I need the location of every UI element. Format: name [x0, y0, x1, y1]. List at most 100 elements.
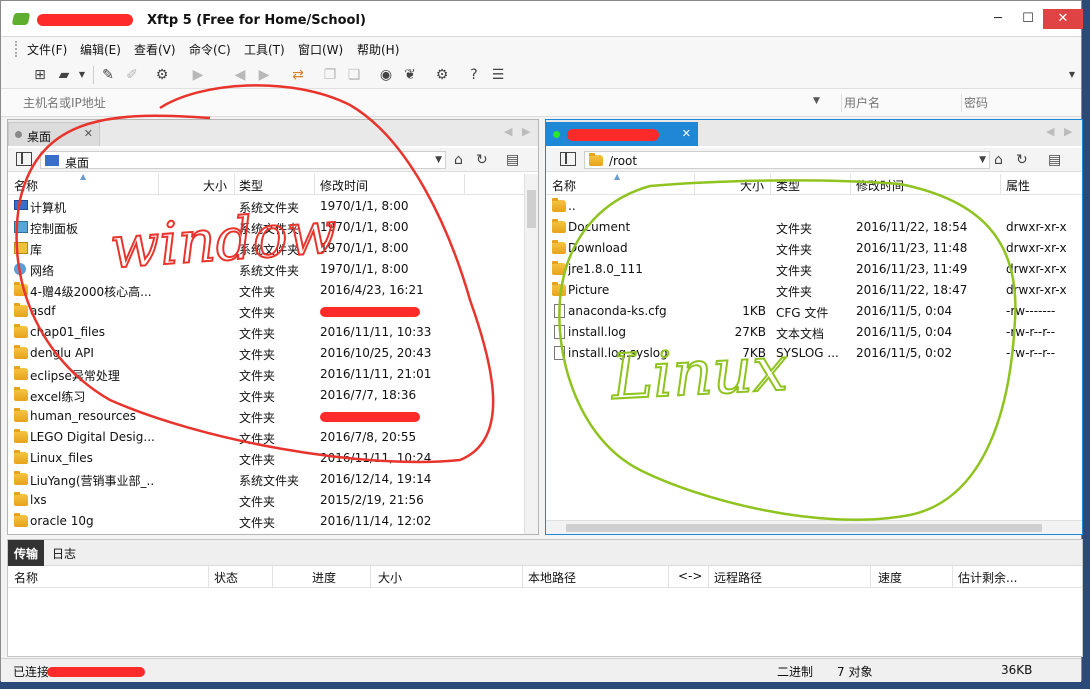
table-row[interactable]: 库 系统文件夹 1970/1/1, 8:00 [8, 238, 538, 259]
host-input[interactable] [23, 94, 831, 112]
table-row[interactable]: eclipse异常处理 文件夹 2016/11/11, 21:01 [8, 364, 538, 385]
tab-next-icon[interactable]: ▶ [1064, 125, 1072, 138]
menu-window[interactable]: 窗口(W) [298, 41, 343, 58]
chevron-down-icon[interactable]: ▼ [979, 155, 986, 165]
col-attributes[interactable]: 属性 [1006, 177, 1030, 194]
table-row[interactable]: install.log.syslog 7KB SYSLOG ... 2016/11/5… [546, 343, 1082, 364]
refresh-icon[interactable]: ↻ [476, 152, 488, 168]
up-folder-icon[interactable]: ⌂ [454, 152, 463, 168]
column-divider[interactable] [272, 566, 273, 587]
column-divider[interactable] [208, 566, 209, 587]
refresh-icon[interactable]: ↻ [1016, 152, 1028, 168]
column-divider[interactable] [464, 174, 465, 195]
settings-gear-icon[interactable]: ⚙ [433, 66, 451, 84]
table-row[interactable]: 计算机 系统文件夹 1970/1/1, 8:00 [8, 196, 538, 217]
copy-icon[interactable]: ❐ [321, 66, 339, 84]
chat-icon[interactable]: ☰ [489, 66, 507, 84]
close-icon[interactable]: ✕ [84, 127, 93, 140]
forward-arrow-icon[interactable]: ▶ [255, 66, 273, 84]
column-divider[interactable] [1000, 174, 1001, 195]
table-row[interactable]: asdf 文件夹 [8, 301, 538, 322]
toolbar-overflow-icon[interactable]: ▼ [1063, 66, 1081, 84]
col-size[interactable]: 大小 [378, 569, 402, 586]
transfer-mode[interactable]: 二进制 [777, 663, 813, 680]
scrollbar-thumb[interactable] [566, 524, 1042, 532]
transfer-icon[interactable]: ⇄ [289, 66, 307, 84]
col-eta[interactable]: 估计剩余... [958, 569, 1017, 586]
table-row[interactable]: oracle 10g 文件夹 2016/11/14, 12:02 [8, 511, 538, 532]
xshell-icon[interactable]: ◉ [377, 66, 395, 84]
menu-view[interactable]: 查看(V) [134, 41, 176, 58]
table-row[interactable]: Download 文件夹 2016/11/23, 11:48 drwxr-xr-x [546, 238, 1082, 259]
menu-command[interactable]: 命令(C) [189, 41, 231, 58]
col-direction[interactable]: <-> [678, 569, 702, 583]
table-row[interactable]: install.log 27KB 文本文档 2016/11/5, 0:04 -rw-r-… [546, 322, 1082, 343]
view-mode-icon[interactable]: ▤ [506, 152, 519, 168]
table-row[interactable]: Picture 文件夹 2016/11/22, 18:47 drwxr-xr-x [546, 280, 1082, 301]
minimize-button[interactable]: ─ [983, 9, 1013, 29]
open-folder-icon[interactable]: ▰ [55, 66, 73, 84]
help-icon[interactable]: ? [465, 66, 483, 84]
column-divider[interactable] [952, 566, 953, 587]
feather-icon[interactable]: ❦ [401, 66, 419, 84]
col-name[interactable]: 名称 [14, 177, 38, 194]
table-row[interactable]: 控制面板 系统文件夹 1970/1/1, 8:00 [8, 217, 538, 238]
column-divider[interactable] [522, 566, 523, 587]
table-row[interactable]: 网络 系统文件夹 1970/1/1, 8:00 [8, 259, 538, 280]
open-dropdown-icon[interactable]: ▼ [73, 66, 91, 84]
column-divider[interactable] [370, 566, 371, 587]
col-status[interactable]: 状态 [214, 569, 238, 586]
new-session-icon[interactable]: ⊞ [31, 66, 49, 84]
col-type[interactable]: 类型 [776, 177, 800, 194]
edit-icon[interactable]: ✎ [99, 66, 117, 84]
column-divider[interactable] [870, 566, 871, 587]
remote-path-select[interactable]: /root ▼ [584, 151, 990, 169]
column-divider[interactable] [314, 174, 315, 195]
col-remote-path[interactable]: 远程路径 [714, 569, 762, 586]
column-divider[interactable] [234, 174, 235, 195]
table-row[interactable]: jre1.8.0_111 文件夹 2016/11/23, 11:49 drwxr-xr… [546, 259, 1082, 280]
col-speed[interactable]: 速度 [878, 569, 902, 586]
chevron-down-icon[interactable]: ▼ [435, 155, 442, 165]
play-icon[interactable]: ▶ [189, 66, 207, 84]
col-local-path[interactable]: 本地路径 [528, 569, 576, 586]
table-row[interactable]: 4-赠4级2000核心高... 文件夹 2016/4/23, 16:21 [8, 280, 538, 301]
host-dropdown-icon[interactable]: ▼ [813, 96, 820, 106]
column-divider[interactable] [708, 566, 709, 587]
remote-horizontal-scrollbar[interactable] [546, 520, 1082, 534]
maximize-button[interactable]: ☐ [1013, 9, 1043, 29]
col-name[interactable]: 名称 [14, 569, 38, 586]
menu-edit[interactable]: 编辑(E) [80, 41, 121, 58]
col-modified[interactable]: 修改时间 [856, 177, 904, 194]
menu-tools[interactable]: 工具(T) [244, 41, 285, 58]
table-row[interactable]: LiuYang(营销事业部_... 系统文件夹 2016/12/14, 19:14 [8, 469, 538, 490]
table-row[interactable]: chap01_files 文件夹 2016/11/11, 10:33 [8, 322, 538, 343]
column-divider[interactable] [850, 174, 851, 195]
col-progress[interactable]: 进度 [312, 569, 336, 586]
local-path-select[interactable]: 桌面 ▼ [40, 151, 446, 170]
view-mode-icon[interactable]: ▤ [1048, 152, 1061, 168]
menu-file[interactable]: 文件(F) [27, 41, 67, 58]
column-divider[interactable] [158, 174, 159, 195]
tab-prev-icon[interactable]: ◀ [504, 125, 512, 138]
col-name[interactable]: 名称 [552, 177, 576, 194]
table-row[interactable]: anaconda-ks.cfg 1KB CFG 文件 2016/11/5, 0:04 -… [546, 301, 1082, 322]
close-button[interactable]: ✕ [1043, 9, 1083, 29]
table-row[interactable]: denglu API 文件夹 2016/10/25, 20:43 [8, 343, 538, 364]
panel-toggle-icon[interactable] [16, 152, 32, 166]
col-size[interactable]: 大小 [740, 177, 764, 194]
close-icon[interactable]: ✕ [682, 127, 691, 140]
tab-local-desktop[interactable]: 桌面 ✕ [8, 122, 100, 146]
table-row[interactable]: Linux_files 文件夹 2016/11/11, 10:24 [8, 448, 538, 469]
scrollbar-thumb[interactable] [527, 190, 536, 228]
menu-help[interactable]: 帮助(H) [357, 41, 399, 58]
tab-next-icon[interactable]: ▶ [522, 125, 530, 138]
table-row[interactable]: excel练习 文件夹 2016/7/7, 18:36 [8, 385, 538, 406]
password-input[interactable] [961, 94, 1071, 112]
col-size[interactable]: 大小 [203, 177, 227, 194]
tab-transfer[interactable]: 传输 [8, 540, 45, 566]
username-input[interactable] [841, 94, 951, 112]
up-folder-icon[interactable]: ⌂ [994, 152, 1003, 168]
back-arrow-icon[interactable]: ◀ [231, 66, 249, 84]
local-vertical-scrollbar[interactable] [524, 174, 538, 534]
